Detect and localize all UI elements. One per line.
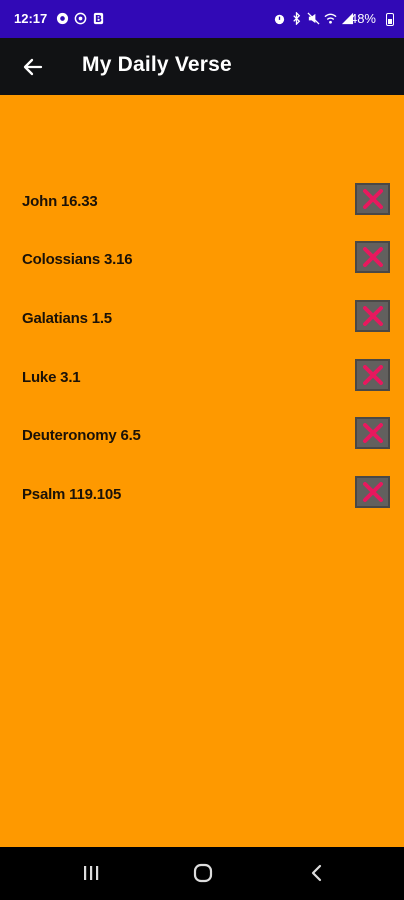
verse-list: John 16.33 Colossians 3.16 Galatians 1.5… — [0, 95, 404, 847]
verse-reference[interactable]: Colossians 3.16 — [22, 251, 133, 268]
verse-row: John 16.33 — [0, 183, 404, 223]
back-button[interactable] — [18, 52, 48, 82]
back-icon — [311, 864, 322, 882]
battery-percentage: 48% — [349, 11, 376, 26]
recent-apps-icon — [84, 866, 99, 880]
status-bar: 12:17 B 48% — [0, 0, 404, 38]
verse-reference[interactable]: Deuteronomy 6.5 — [22, 427, 141, 444]
verse-row: Luke 3.1 — [0, 359, 404, 399]
battery-icon — [386, 13, 394, 26]
verse-row: Galatians 1.5 — [0, 300, 404, 340]
verse-reference[interactable]: John 16.33 — [22, 193, 98, 210]
close-icon — [362, 423, 383, 443]
home-button[interactable] — [188, 859, 218, 887]
status-time: 12:17 — [14, 11, 48, 26]
b-app-icon: B — [93, 12, 104, 25]
delete-verse-button[interactable] — [355, 183, 390, 215]
close-icon — [362, 189, 383, 209]
vpn-icon — [74, 12, 87, 25]
delete-verse-button[interactable] — [355, 359, 390, 391]
close-icon — [362, 365, 383, 385]
delete-verse-button[interactable] — [355, 300, 390, 332]
delete-verse-button[interactable] — [355, 476, 390, 508]
back-arrow-icon — [23, 58, 43, 76]
verse-reference[interactable]: Luke 3.1 — [22, 369, 81, 386]
close-icon — [362, 247, 383, 267]
delete-verse-button[interactable] — [355, 241, 390, 273]
system-nav-bar — [0, 847, 404, 900]
sync-icon — [56, 12, 69, 25]
app-title: My Daily Verse — [82, 53, 232, 76]
delete-verse-button[interactable] — [355, 417, 390, 449]
app-bar: My Daily Verse — [0, 38, 404, 95]
verse-reference[interactable]: Galatians 1.5 — [22, 310, 112, 327]
mute-icon — [307, 12, 320, 25]
verse-reference[interactable]: Psalm 119.105 — [22, 486, 121, 503]
verse-row: Deuteronomy 6.5 — [0, 417, 404, 457]
verse-row: Colossians 3.16 — [0, 241, 404, 281]
wifi-icon — [324, 13, 337, 24]
close-icon — [362, 482, 383, 502]
bluetooth-icon — [293, 12, 301, 25]
alarm-icon — [274, 14, 285, 25]
close-icon — [362, 306, 383, 326]
home-icon — [193, 863, 213, 883]
nav-back-button[interactable] — [302, 859, 332, 887]
svg-text:B: B — [95, 14, 102, 25]
verse-row: Psalm 119.105 — [0, 476, 404, 516]
recent-apps-button[interactable] — [76, 859, 106, 887]
